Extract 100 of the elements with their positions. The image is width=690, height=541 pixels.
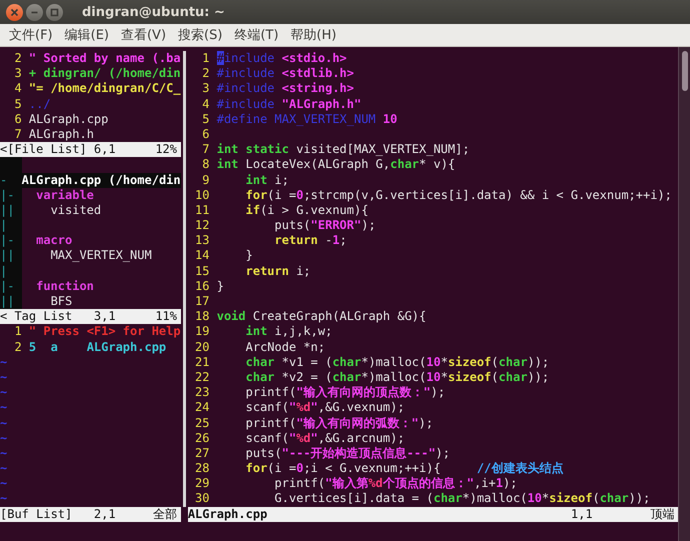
line-number: 25 [194,416,210,431]
empty-line-marker: ~ [0,491,8,507]
empty-line-marker: ~ [0,461,8,476]
code-line: int i,j,k,w; [244,324,332,340]
empty-line-marker: ~ [0,446,8,462]
minimize-button[interactable] [26,4,43,20]
maximize-icon [50,8,59,16]
maximize-button[interactable] [46,4,63,20]
line-number: 9 [201,172,210,188]
code-line: scanf("%d",&G.vexnum); [244,400,405,416]
code-line: printf("输入第%d个顶点的信息：",i+1); [274,476,518,492]
line-number: 13 [194,233,210,248]
line-number: 7 [201,142,210,158]
line-number: 28 [194,461,210,476]
line-number: 12 [194,218,210,234]
tag-entry[interactable]: BFS [22,294,72,310]
line-number: 5 [13,96,22,112]
scroll-position: 11% [155,309,178,324]
code-line: puts("---开始构造顶点信息---"); [244,446,450,462]
scrollbar[interactable] [678,47,690,541]
empty-line-marker: ~ [0,385,8,400]
menu-item[interactable]: 文件(F) [3,26,59,44]
cursor-position: 3,1 [94,309,117,324]
buffer-name: ALGraph.cpp [188,506,268,522]
empty-line-marker: ~ [0,354,8,370]
buffer-name: <[File List] [0,142,88,158]
line-number: 6 [13,112,22,127]
line-number: 24 [194,400,210,416]
cursor-position: 6,1 [94,142,117,158]
empty-line-marker: ~ [0,430,8,446]
line-number: 2 [201,66,210,82]
line-number: 3 [13,66,22,82]
code-line: #include "ALGraph.h" [216,96,362,112]
line-number: 16 [194,278,210,294]
code-line: } [244,248,253,264]
line-number: 2 [13,51,22,66]
code-line: #include <stdlib.h> [216,66,354,82]
line-number: 27 [194,446,210,462]
code-line: return i; [244,264,311,279]
line-number: 23 [194,385,210,400]
code-line: char *v1 = (char*)malloc(10*sizeof(char)); [244,354,550,370]
fold-marker: || [0,248,22,264]
file-entry: " Sorted by name (.ba [28,51,181,66]
line-number: 19 [194,324,210,340]
menu-item[interactable]: 搜索(S) [172,26,228,44]
cursor-position: 2,1 [94,506,117,522]
tag-entry[interactable]: visited [22,202,102,218]
code-line: printf("输入有向网的顶点数："); [244,385,446,400]
scrollbar-thumb[interactable] [682,51,688,91]
code-line: printf("输入有向网的弧数："); [244,416,434,431]
file-entry: ALGraph.cpp [28,112,108,127]
code-line: return -1; [274,233,347,248]
line-number: 3 [201,81,210,97]
menu-item[interactable]: 终端(T) [228,26,285,44]
line-number: 4 [13,81,22,97]
line-number: 17 [194,294,210,310]
menu-item[interactable]: 查看(V) [114,26,172,44]
scroll-position: 顶端 [650,506,676,522]
menu-item[interactable]: 帮助(H) [284,26,342,44]
code-line: #include <string.h> [216,81,354,97]
scroll-position: 12% [155,142,178,158]
code-line: G.vertices[i].data = (char*)malloc(10*sizeof(char)); [274,491,650,507]
line-number: 21 [194,354,210,370]
tag-file-title: ALGraph.cpp (/home/din [22,172,181,188]
code-line: } [216,278,224,294]
buffer-entry: " Press <F1> for Help [28,324,181,340]
empty-line-marker: ~ [0,416,8,431]
empty-line-marker: ~ [0,476,8,492]
fold-marker: |- [0,188,22,203]
fold-marker: |- [0,233,22,248]
tag-group-label: variable [35,188,94,203]
line-number: 15 [194,264,210,279]
code-line: if(i > G.vexnum){ [244,202,368,218]
code-line: ArcNode *n; [244,340,326,355]
fold-marker: | [0,218,22,234]
fold-marker: || [0,202,22,218]
fold-marker: | [0,264,22,279]
code-line: puts("ERROR"); [274,218,376,234]
code-line: for(i =0;i < G.vexnum;++i){ //创建表头结点 [244,461,564,476]
line-number: 18 [194,309,210,324]
line-number: 10 [194,188,210,203]
cursor-position: 1,1 [570,506,593,522]
close-icon [10,8,19,16]
tag-entry[interactable]: MAX_VERTEX_NUM [22,248,152,264]
code-line: int i; [244,172,289,188]
line-number: 14 [194,248,210,264]
close-button[interactable] [6,4,23,20]
buffer-entry: 5 a ALGraph.cpp [28,340,166,355]
line-number: 30 [194,491,210,507]
file-entry: + dingran/ (/home/din [28,66,181,82]
file-entry: "= /home/dingran/C/C_ [28,81,181,97]
line-number: 1 [13,324,22,340]
code-line: for(i =0;strcmp(v,G.vertices[i].data) && i < G.vexnum;++i); [244,188,672,203]
tag-group-label: macro [35,233,72,248]
line-number: 4 [201,96,210,112]
empty-line-marker: ~ [0,400,8,416]
line-number: 26 [194,430,210,446]
code-line: char *v2 = (char*)malloc(10*sizeof(char)); [244,370,550,386]
fold-marker: - [0,172,22,188]
menu-item[interactable]: 编辑(E) [58,26,115,44]
